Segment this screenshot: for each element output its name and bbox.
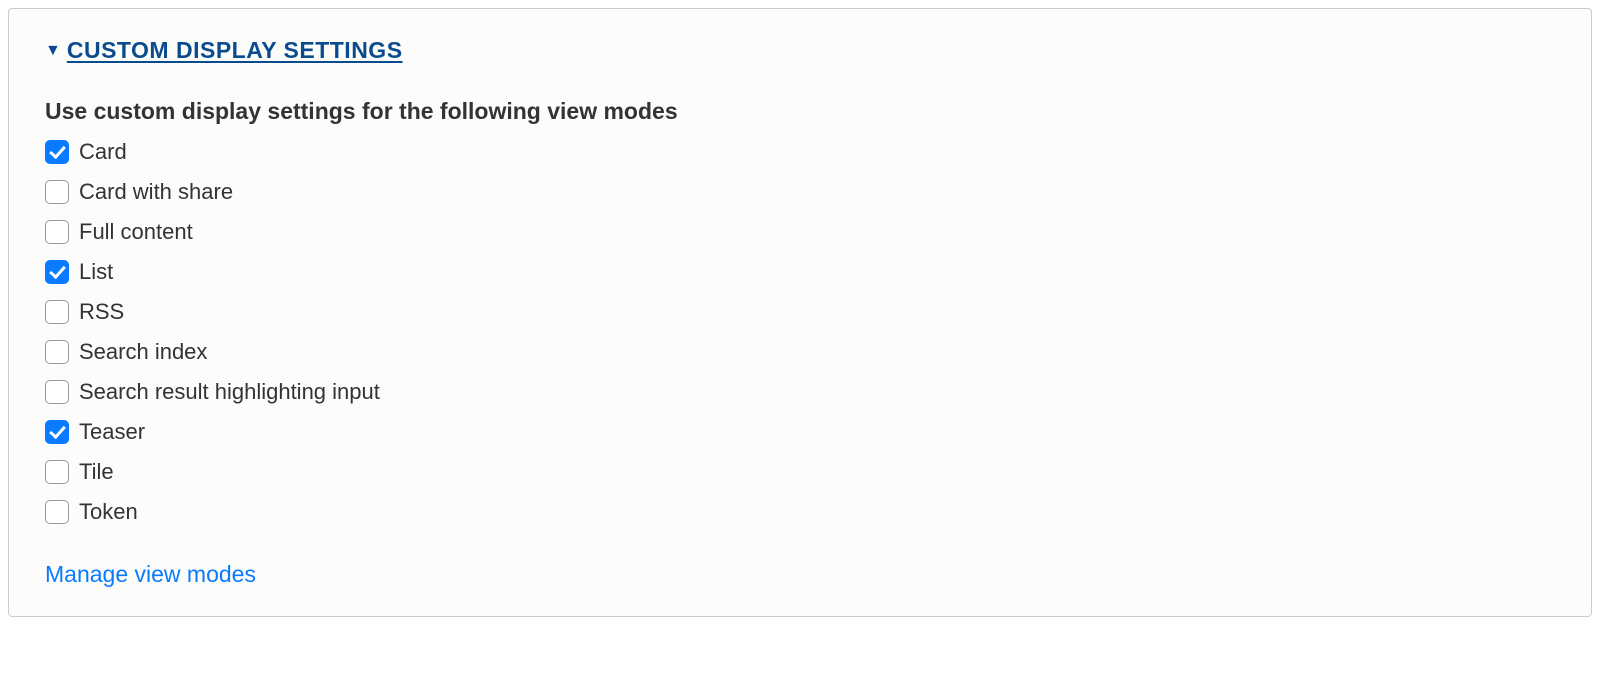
view-mode-checkbox-full-content[interactable] xyxy=(45,220,69,244)
view-modes-group-label: Use custom display settings for the foll… xyxy=(45,98,1555,125)
view-mode-checkbox-card[interactable] xyxy=(45,140,69,164)
view-mode-checkbox-search-result-highlighting-input[interactable] xyxy=(45,380,69,404)
view-mode-label[interactable]: Full content xyxy=(79,219,193,245)
view-mode-row: RSS xyxy=(45,299,1555,325)
view-mode-checkbox-card-with-share[interactable] xyxy=(45,180,69,204)
view-mode-label[interactable]: Teaser xyxy=(79,419,145,445)
view-mode-checkbox-search-index[interactable] xyxy=(45,340,69,364)
view-mode-row: Teaser xyxy=(45,419,1555,445)
view-mode-row: Token xyxy=(45,499,1555,525)
panel-summary-toggle[interactable]: ▼ CUSTOM DISPLAY SETTINGS xyxy=(45,37,403,64)
view-mode-label[interactable]: List xyxy=(79,259,113,285)
view-mode-label[interactable]: Card xyxy=(79,139,127,165)
view-mode-row: List xyxy=(45,259,1555,285)
view-mode-label[interactable]: Token xyxy=(79,499,138,525)
view-mode-checkbox-teaser[interactable] xyxy=(45,420,69,444)
view-mode-row: Card xyxy=(45,139,1555,165)
view-mode-label[interactable]: Tile xyxy=(79,459,114,485)
view-mode-row: Full content xyxy=(45,219,1555,245)
view-mode-checkbox-tile[interactable] xyxy=(45,460,69,484)
view-mode-checkbox-list[interactable] xyxy=(45,260,69,284)
chevron-down-icon: ▼ xyxy=(45,42,61,60)
view-mode-label[interactable]: Search index xyxy=(79,339,207,365)
view-mode-row: Card with share xyxy=(45,179,1555,205)
panel-title: CUSTOM DISPLAY SETTINGS xyxy=(67,37,403,64)
view-mode-row: Search result highlighting input xyxy=(45,379,1555,405)
view-mode-checkbox-token[interactable] xyxy=(45,500,69,524)
view-mode-checkbox-rss[interactable] xyxy=(45,300,69,324)
view-mode-label[interactable]: Card with share xyxy=(79,179,233,205)
view-mode-row: Tile xyxy=(45,459,1555,485)
custom-display-settings-panel: ▼ CUSTOM DISPLAY SETTINGS Use custom dis… xyxy=(8,8,1592,617)
view-mode-row: Search index xyxy=(45,339,1555,365)
view-modes-checkbox-list: Card Card with share Full content List R… xyxy=(45,139,1555,525)
manage-view-modes-link[interactable]: Manage view modes xyxy=(45,561,256,587)
view-mode-label[interactable]: Search result highlighting input xyxy=(79,379,380,405)
view-mode-label[interactable]: RSS xyxy=(79,299,124,325)
